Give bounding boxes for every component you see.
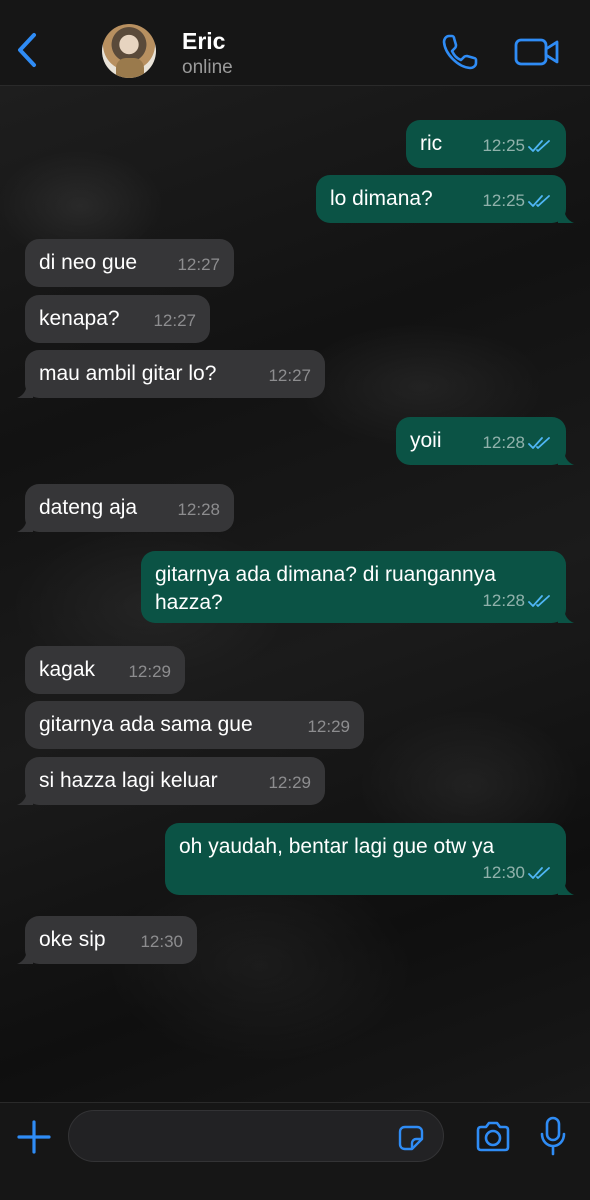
video-call-button[interactable] — [514, 32, 562, 72]
message-text: oh yaudah, bentar lagi gue otw ya — [179, 835, 495, 858]
message-time: 12:27 — [153, 307, 196, 335]
message-input[interactable] — [68, 1110, 444, 1162]
bubble-tail — [558, 449, 574, 465]
voice-call-button[interactable] — [440, 32, 482, 72]
message-timestamp: 12:29 — [268, 773, 311, 792]
incoming-message[interactable]: si hazza lagi keluar 12:29 — [17, 757, 325, 805]
incoming-message[interactable]: kenapa? 12:27 — [25, 295, 210, 343]
contact-status: online — [182, 57, 233, 78]
message-timestamp: 12:28 — [177, 500, 220, 519]
composer-bar — [0, 1102, 590, 1200]
message-time: 12:29 — [307, 713, 350, 741]
message-timestamp: 12:25 — [482, 191, 525, 210]
outgoing-message[interactable]: lo dimana? 12:25 — [316, 175, 574, 223]
double-check-icon — [528, 437, 550, 449]
message-time: 12:28 — [482, 429, 552, 457]
incoming-message[interactable]: kagak 12:29 — [25, 646, 185, 694]
bubble-tail — [17, 948, 33, 964]
message-timestamp: 12:27 — [153, 311, 196, 330]
attach-button[interactable] — [16, 1119, 52, 1155]
message-time: 12:28 — [177, 496, 220, 524]
voice-record-button[interactable] — [538, 1115, 568, 1157]
incoming-message[interactable]: oke sip 12:30 — [17, 916, 197, 964]
message-time: 12:25 — [482, 132, 552, 160]
message-timestamp: 12:30 — [482, 863, 525, 882]
double-check-icon — [528, 595, 550, 607]
double-check-icon — [528, 140, 550, 152]
incoming-message[interactable]: mau ambil gitar lo? 12:27 — [17, 350, 325, 398]
sticker-button[interactable] — [396, 1123, 426, 1153]
message-text: gitarnya ada sama gue — [39, 713, 253, 736]
contact-name[interactable]: Eric — [182, 28, 225, 55]
incoming-message[interactable]: gitarnya ada sama gue 12:29 — [25, 701, 364, 749]
bubble-tail — [17, 789, 33, 805]
video-camera-icon — [514, 38, 559, 66]
message-timestamp: 12:27 — [268, 366, 311, 385]
message-timestamp: 12:29 — [307, 717, 350, 736]
message-time: 12:25 — [482, 187, 552, 215]
message-timestamp: 12:28 — [482, 591, 525, 610]
chat-header: Eric online — [0, 0, 590, 86]
bubble-tail — [558, 607, 574, 623]
message-time: 12:27 — [177, 251, 220, 279]
incoming-message[interactable]: dateng aja 12:28 — [17, 484, 234, 532]
message-time: 12:30 — [482, 859, 552, 887]
message-timestamp: 12:28 — [482, 433, 525, 452]
bubble-tail — [17, 382, 33, 398]
outgoing-message[interactable]: ric 12:25 — [406, 120, 566, 168]
sticker-icon — [398, 1125, 424, 1151]
outgoing-message[interactable]: yoii 12:28 — [396, 417, 574, 465]
message-list[interactable]: ric 12:25 lo dimana? 12:25 di neo gue 12:27 ke… — [0, 86, 590, 1102]
message-time: 12:27 — [268, 362, 311, 390]
microphone-icon — [540, 1116, 566, 1156]
message-timestamp: 12:25 — [482, 136, 525, 155]
double-check-icon — [528, 195, 550, 207]
plus-icon — [17, 1120, 51, 1154]
bubble-tail — [17, 516, 33, 532]
bubble-tail — [558, 879, 574, 895]
chevron-left-icon — [18, 33, 36, 67]
camera-icon — [476, 1121, 510, 1152]
camera-button[interactable] — [474, 1119, 512, 1155]
back-button[interactable] — [10, 30, 44, 70]
message-timestamp: 12:29 — [128, 662, 171, 681]
message-timestamp: 12:30 — [140, 932, 183, 951]
message-timestamp: 12:27 — [177, 255, 220, 274]
bubble-tail — [558, 207, 574, 223]
outgoing-message[interactable]: gitarnya ada dimana? di ruangannya hazza… — [141, 551, 574, 623]
message-time: 12:29 — [128, 658, 171, 686]
incoming-message[interactable]: di neo gue 12:27 — [25, 239, 234, 287]
avatar[interactable] — [102, 24, 156, 78]
phone-icon — [442, 34, 478, 70]
message-time: 12:29 — [268, 769, 311, 797]
outgoing-message[interactable]: oh yaudah, bentar lagi gue otw ya 12:30 — [165, 823, 574, 895]
double-check-icon — [528, 867, 550, 879]
message-time: 12:30 — [140, 928, 183, 956]
message-time: 12:28 — [482, 587, 552, 615]
